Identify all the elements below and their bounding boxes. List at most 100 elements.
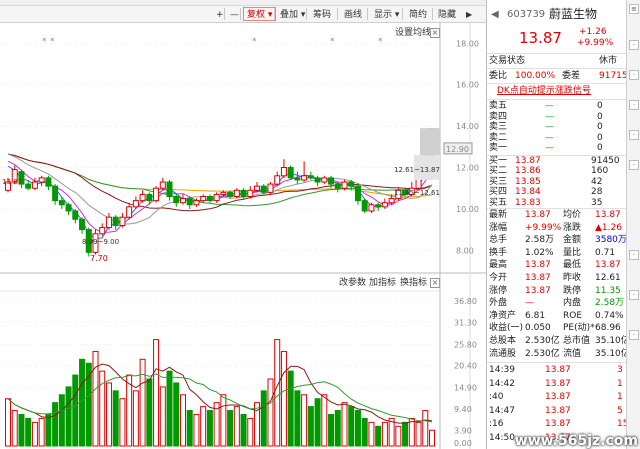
change-params-button[interactable]: 改参数 xyxy=(337,276,368,290)
volume-bar-down xyxy=(334,410,341,447)
sidebar-tab-icon[interactable]: · xyxy=(629,250,639,260)
volume-bar-up xyxy=(200,406,207,447)
fuquan-button[interactable]: 复权 ▾ xyxy=(243,7,277,21)
close-icon[interactable]: × xyxy=(430,278,440,288)
volume-bar-up xyxy=(132,390,139,447)
price-highlight-box xyxy=(420,128,440,156)
volume-bar-up xyxy=(31,421,38,447)
display-button[interactable]: 显示 ▾ xyxy=(370,7,403,21)
candle-down xyxy=(307,175,314,179)
sidebar-tab-icon[interactable]: · xyxy=(629,100,639,110)
stat-label: 流通股 xyxy=(489,348,517,359)
volume-bar-up xyxy=(11,410,18,447)
candle-down xyxy=(361,200,368,212)
volume-bar-down xyxy=(72,374,79,447)
volume-tick-label: 3.90 xyxy=(454,427,472,436)
ask-label: 卖四 xyxy=(489,111,508,122)
watermark-text: www.565jz.com xyxy=(514,433,638,449)
switch-indicator-button[interactable]: 换指标 xyxy=(398,276,429,290)
toolbar-separator xyxy=(432,8,433,20)
bid-volume: 42 xyxy=(591,176,603,187)
candle-up xyxy=(179,198,186,204)
candle-down xyxy=(287,167,294,179)
hide-button[interactable]: 隐藏 xyxy=(434,7,460,21)
bid-price: 13.87 xyxy=(515,156,541,166)
tick-price: 13.87 xyxy=(545,392,571,402)
candle-up xyxy=(99,227,106,235)
volume-tick-label: 25.80 xyxy=(454,340,477,349)
ask-volume: 0 xyxy=(597,143,603,154)
candle-down xyxy=(260,185,267,193)
tick-price: 13.87 xyxy=(545,378,571,389)
range-label: 8.99~9.00 xyxy=(82,238,120,246)
bid-label: 买二 xyxy=(489,166,508,177)
signal-link[interactable]: DK点自动提示涨跌信号 xyxy=(497,86,591,97)
price-tick-label: 16.00 xyxy=(456,81,479,90)
candle-up xyxy=(254,185,261,191)
volume-bar-up xyxy=(5,398,11,447)
current-price-tag-label: 12.90 xyxy=(446,145,469,154)
sidebar-tab-icon[interactable]: · xyxy=(629,70,639,80)
toolbar-separator xyxy=(402,8,403,20)
volume-bar-down xyxy=(79,358,86,447)
sidebar-tab-icon[interactable]: · xyxy=(629,330,639,340)
stat-label: 金额 xyxy=(563,235,582,246)
bid-volume: 35 xyxy=(591,197,603,208)
volume-axis: 36.80 31.30 25.80 20.40 14.90 9.40 3.90 0.00 xyxy=(454,297,477,448)
volume-ma-lines xyxy=(7,363,433,424)
stat-label: 涨跌 xyxy=(563,222,582,233)
candle-down xyxy=(328,177,335,185)
volume-bar-up xyxy=(388,417,395,447)
ask-volume: 0 xyxy=(597,101,603,111)
volume-tick-label: 20.40 xyxy=(454,362,477,371)
candle-down xyxy=(65,204,72,212)
sidebar-tab-icon[interactable]: · xyxy=(629,40,639,50)
close-icon[interactable]: × xyxy=(430,28,440,38)
simple-button[interactable]: 简约 xyxy=(405,7,431,21)
stat-value: 35.10亿 xyxy=(595,336,630,346)
candle-down xyxy=(240,189,247,197)
stat-value: 13.87 xyxy=(525,273,551,283)
volume-bar-down xyxy=(227,410,234,447)
sidebar-tab-icon[interactable]: · xyxy=(629,290,639,300)
draw-line-button[interactable]: 画线 xyxy=(340,7,366,21)
stat-value: 35.10亿 xyxy=(595,348,630,359)
stat-label: 流值 xyxy=(563,348,582,359)
volume-bar-down xyxy=(294,390,301,447)
tick-time: :16 xyxy=(489,419,504,429)
candle-up xyxy=(280,167,287,177)
stat-value: 13.87 xyxy=(525,210,551,220)
chips-button[interactable]: 筹码 xyxy=(309,7,335,21)
sidebar-tab-icon[interactable]: · xyxy=(629,160,639,170)
overlay-button[interactable]: 叠加 ▾ xyxy=(276,7,309,21)
stat-value: 13.87 xyxy=(525,260,551,271)
volume-bar-up xyxy=(321,394,328,447)
prev-stock-icon[interactable]: ◀ xyxy=(491,9,499,20)
ma3-line xyxy=(7,153,433,240)
bid-label: 买四 xyxy=(489,187,508,198)
candle-up xyxy=(119,216,126,226)
next-arrow-icon[interactable]: ▶ xyxy=(462,7,476,21)
volume-bar-up xyxy=(247,417,254,447)
kline-chart-area[interactable]: 8.00 10.00 12.00 14.00 16.00 18.00 12.90 36.80… xyxy=(0,23,486,449)
stat-value: 2.58万 xyxy=(525,235,555,246)
volume-bar-down xyxy=(361,417,368,447)
candle-up xyxy=(139,193,146,202)
stat-value: 2.530亿 xyxy=(525,348,560,359)
candle-up xyxy=(132,200,139,208)
weicha-value: 91715 xyxy=(599,71,628,81)
candle-up xyxy=(301,175,308,181)
volume-bar-up xyxy=(126,374,133,447)
volume-tick-label: 36.80 xyxy=(454,297,477,306)
add-indicator-button[interactable]: 加指标 xyxy=(367,276,398,290)
tick-time: 14:47 xyxy=(489,405,515,416)
display-label: 显示 xyxy=(374,10,393,20)
stat-label: 总手 xyxy=(489,235,508,246)
tick-time: :40 xyxy=(489,392,504,402)
sidebar-tab-icon[interactable]: · xyxy=(629,130,639,140)
sidebar-toggle-icon[interactable]: ≡ xyxy=(629,4,639,14)
ask-volume: 0 xyxy=(597,132,603,143)
marker-star: * xyxy=(42,37,47,47)
volume-bar-down xyxy=(25,417,32,447)
volume-bar-up xyxy=(179,394,186,447)
